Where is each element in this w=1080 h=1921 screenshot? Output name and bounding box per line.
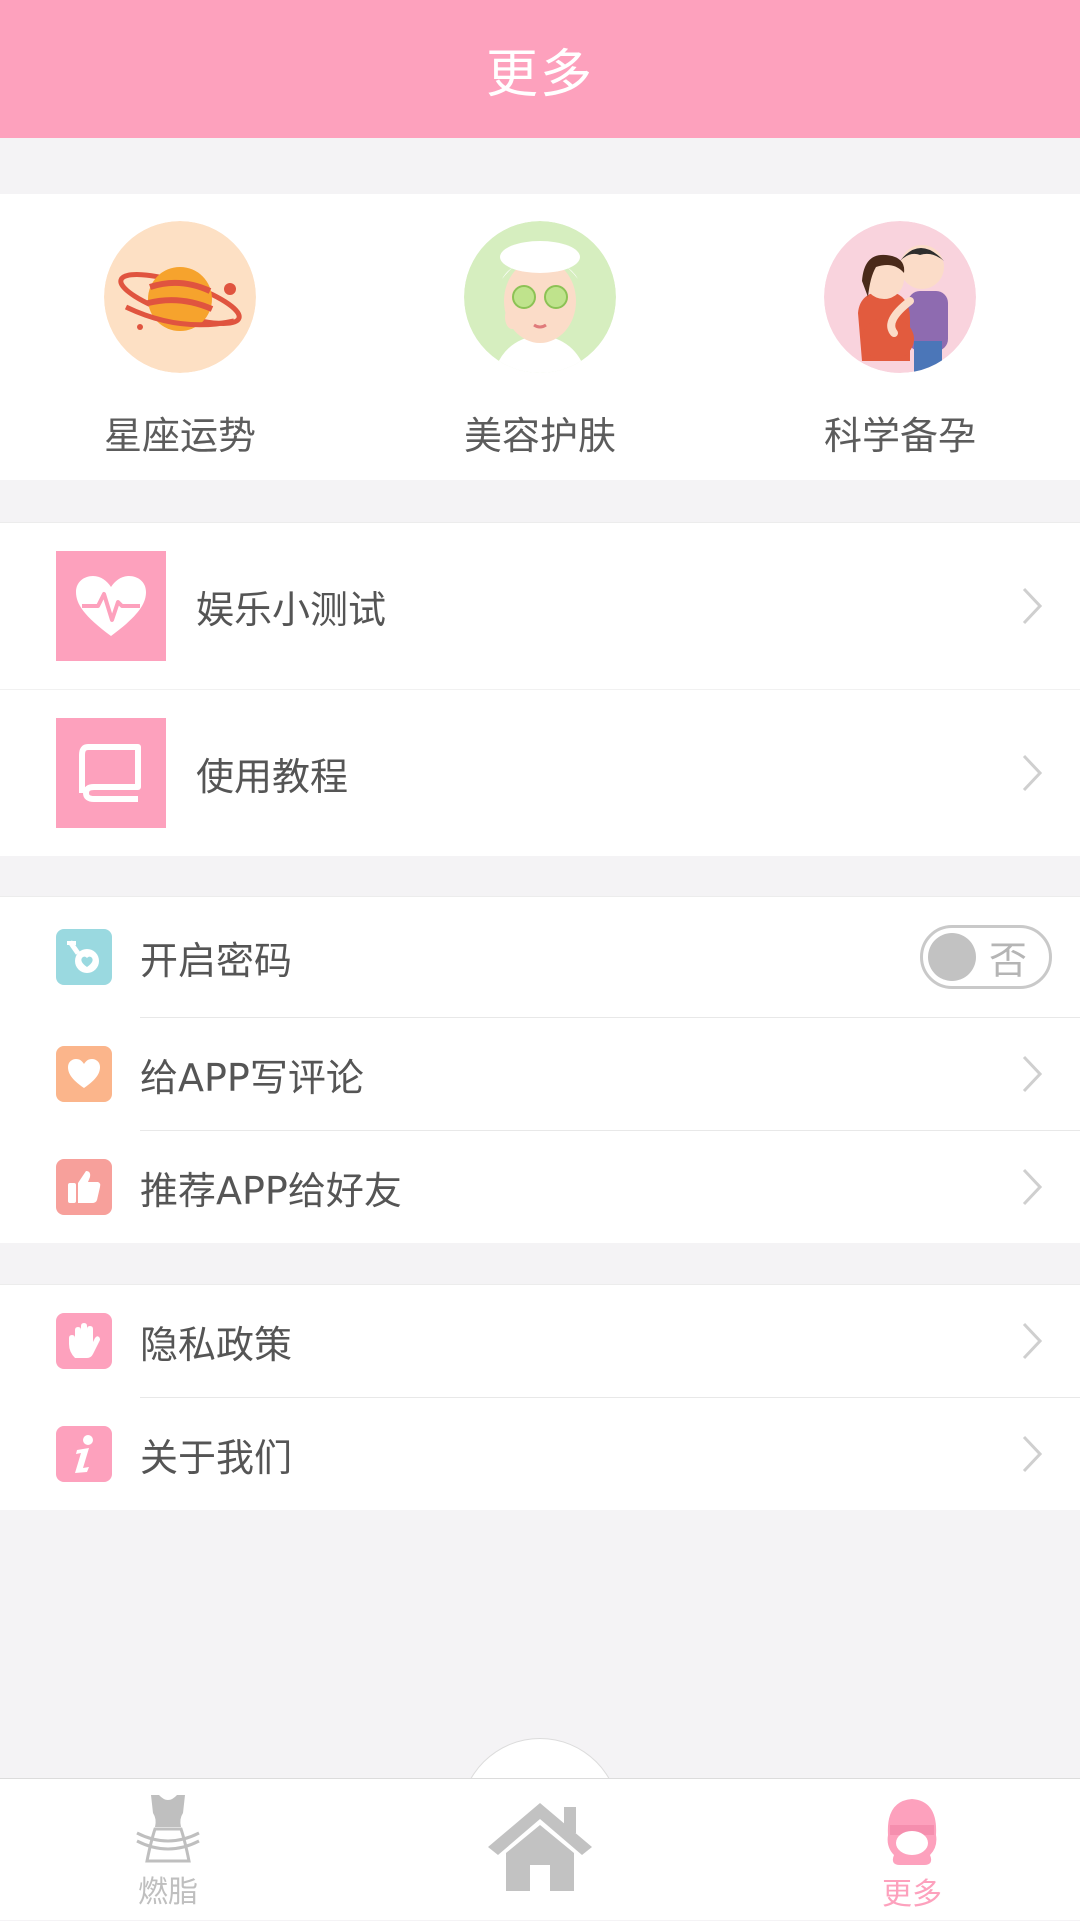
review-row[interactable]: 给APP写评论 xyxy=(0,1018,1080,1130)
about-row[interactable]: 关于我们 xyxy=(0,1398,1080,1510)
app-settings-group: 开启密码 否 给APP写评论 推荐APP给好友 xyxy=(0,896,1080,1243)
tools-group: 娱乐小测试 使用教程 xyxy=(0,522,1080,856)
tab-fat-burn[interactable]: 燃脂 xyxy=(68,1779,268,1921)
password-toggle[interactable]: 否 xyxy=(920,925,1052,989)
chevron-right-icon xyxy=(1022,754,1042,792)
feature-skincare-label: 美容护肤 xyxy=(463,414,616,458)
info-icon xyxy=(56,1426,112,1482)
chevron-right-icon xyxy=(1022,1055,1042,1093)
feature-skincare[interactable]: 美容护肤 xyxy=(360,194,720,480)
heartbeat-icon xyxy=(56,551,166,661)
chevron-right-icon xyxy=(1022,1168,1042,1206)
chevron-right-icon xyxy=(1022,1322,1042,1360)
recommend-label: 推荐APP给好友 xyxy=(140,1168,402,1213)
chevron-right-icon xyxy=(1022,587,1042,625)
page-title: 更多 xyxy=(485,44,594,105)
feature-pregnancy-label: 科学备孕 xyxy=(823,414,976,458)
password-row: 开启密码 否 xyxy=(0,897,1080,1017)
toggle-knob xyxy=(928,933,976,981)
home-icon xyxy=(488,1803,592,1891)
hand-icon xyxy=(56,1313,112,1369)
recommend-row[interactable]: 推荐APP给好友 xyxy=(0,1131,1080,1243)
about-label: 关于我们 xyxy=(140,1435,293,1480)
password-label: 开启密码 xyxy=(140,938,293,983)
girl-icon xyxy=(887,1799,937,1865)
chevron-right-icon xyxy=(1022,1435,1042,1473)
header-bar: 更多 xyxy=(0,0,1080,138)
tab-fat-burn-label: 燃脂 xyxy=(138,1875,198,1910)
face-mask-icon xyxy=(464,221,616,373)
thumbs-up-icon xyxy=(56,1159,112,1215)
planet-icon xyxy=(104,221,256,373)
couple-icon xyxy=(824,221,976,373)
tutorial-row[interactable]: 使用教程 xyxy=(0,690,1080,856)
fun-test-row[interactable]: 娱乐小测试 xyxy=(0,523,1080,689)
feature-grid: 星座运势 美容护肤 科学备孕 xyxy=(0,194,1080,480)
tab-more-label: 更多 xyxy=(882,1877,942,1912)
feature-pregnancy[interactable]: 科学备孕 xyxy=(720,194,1080,480)
fun-test-label: 娱乐小测试 xyxy=(196,587,387,632)
slim-body-icon xyxy=(136,1795,200,1863)
key-heart-icon xyxy=(56,929,112,985)
info-group: 隐私政策 关于我们 xyxy=(0,1284,1080,1510)
book-icon xyxy=(56,718,166,828)
tab-home[interactable] xyxy=(480,1792,600,1902)
feature-horoscope[interactable]: 星座运势 xyxy=(0,194,360,480)
toggle-state-text: 否 xyxy=(988,938,1027,983)
heart-icon xyxy=(56,1046,112,1102)
tutorial-label: 使用教程 xyxy=(196,754,349,799)
privacy-row[interactable]: 隐私政策 xyxy=(0,1285,1080,1397)
privacy-label: 隐私政策 xyxy=(140,1322,293,1367)
review-label: 给APP写评论 xyxy=(140,1055,364,1100)
tab-more[interactable]: 更多 xyxy=(812,1779,1012,1921)
feature-horoscope-label: 星座运势 xyxy=(103,414,256,458)
